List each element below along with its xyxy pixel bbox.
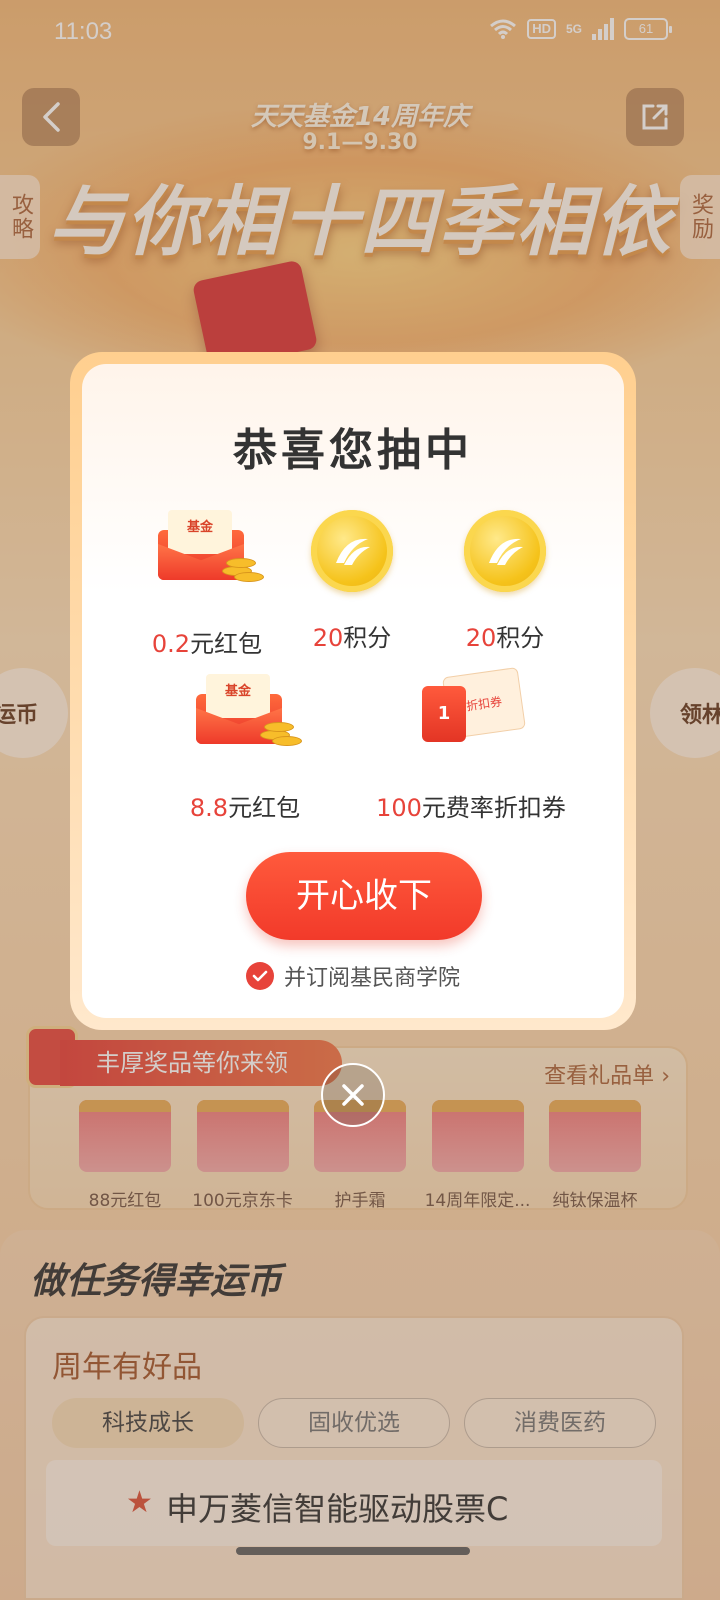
red-envelope-icon: 基金 <box>152 504 264 586</box>
modal-title: 恭喜您抽中 <box>233 425 473 476</box>
reward-label: 100元费率折扣券 <box>376 794 566 822</box>
subscribe-label: 并订阅基民商学院 <box>283 966 460 991</box>
red-envelope-icon: 基金 <box>190 668 302 750</box>
accept-button[interactable]: 开心收下 <box>246 852 482 940</box>
checkbox-checked-icon[interactable] <box>245 962 274 990</box>
reward-modal: 恭喜您抽中 基金 0.2元红包 20积分 20积分 基金 8.8元红包 折扣券 … <box>82 364 624 1018</box>
close-icon <box>342 1084 364 1106</box>
coin-icon <box>311 510 393 592</box>
coupon-icon: 折扣券 1 <box>416 667 526 750</box>
reward-item: 20积分 <box>292 510 412 653</box>
reward-label: 0.2元红包 <box>151 630 263 658</box>
reward-label: 8.8元红包 <box>189 794 301 822</box>
reward-label: 20积分 <box>312 624 392 652</box>
reward-item: 20积分 <box>445 510 565 653</box>
reward-item: 折扣券 1 100元费率折扣券 <box>356 667 586 823</box>
subscribe-option[interactable]: 并订阅基民商学院 <box>82 960 624 992</box>
reward-label: 20积分 <box>465 624 545 652</box>
reward-item: 基金 0.2元红包 <box>132 504 282 659</box>
reward-modal-frame: 恭喜您抽中 基金 0.2元红包 20积分 20积分 基金 8.8元红包 折扣券 … <box>70 352 636 1030</box>
reward-item: 基金 8.8元红包 <box>170 668 320 823</box>
coin-icon <box>464 510 546 592</box>
close-modal-button[interactable] <box>321 1063 385 1127</box>
